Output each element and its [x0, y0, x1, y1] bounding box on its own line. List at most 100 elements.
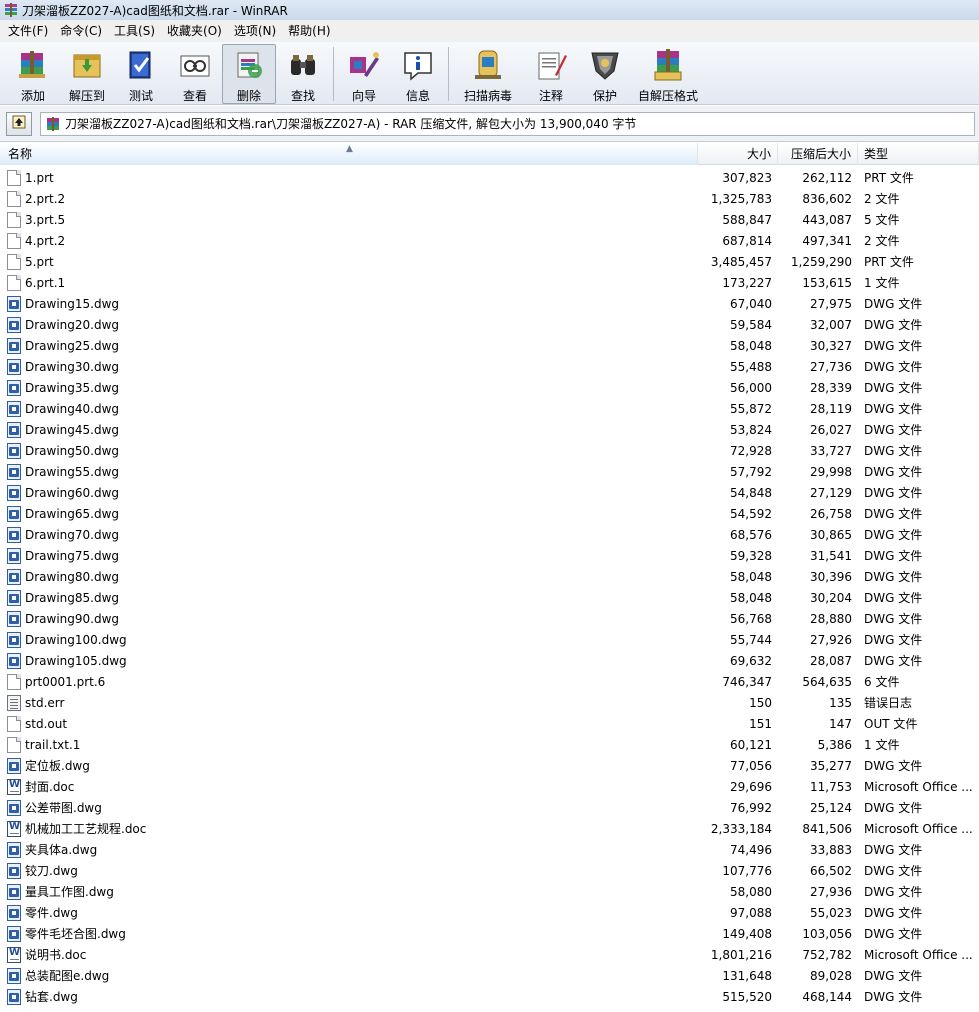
dwg-file-icon: [7, 379, 21, 396]
file-packed-size: 103,056: [802, 926, 852, 941]
column-name[interactable]: 名称 ▲: [0, 143, 698, 165]
file-packed-size: 30,327: [810, 338, 852, 353]
scan-virus-button[interactable]: 扫描病毒: [452, 44, 524, 104]
menu-help[interactable]: 帮助(H): [282, 20, 336, 42]
file-name-cell: Drawing50.dwg: [0, 442, 698, 459]
file-name-cell: 3.prt.5: [0, 211, 698, 228]
column-type[interactable]: 类型: [858, 143, 979, 165]
file-packed-size: 752,782: [802, 947, 852, 962]
file-row[interactable]: Drawing80.dwg 58,048 30,396 DWG 文件: [0, 566, 979, 587]
file-row[interactable]: 2.prt.2 1,325,783 836,602 2 文件: [0, 188, 979, 209]
column-size[interactable]: 大小: [698, 143, 778, 165]
file-packed-size: 153,615: [802, 275, 852, 290]
file-row[interactable]: 总装配图e.dwg 131,648 89,028 DWG 文件: [0, 965, 979, 986]
file-row[interactable]: Drawing40.dwg 55,872 28,119 DWG 文件: [0, 398, 979, 419]
file-row[interactable]: 3.prt.5 588,847 443,087 5 文件: [0, 209, 979, 230]
file-row[interactable]: Drawing60.dwg 54,848 27,129 DWG 文件: [0, 482, 979, 503]
menu-options[interactable]: 选项(N): [228, 20, 282, 42]
add-button[interactable]: 添加: [6, 44, 60, 104]
file-row[interactable]: prt0001.prt.6 746,347 564,635 6 文件: [0, 671, 979, 692]
file-row[interactable]: 夹具体a.dwg 74,496 33,883 DWG 文件: [0, 839, 979, 860]
test-button[interactable]: 测试: [114, 44, 168, 104]
menu-file[interactable]: 文件(F): [2, 20, 54, 42]
sfx-button[interactable]: 自解压格式: [632, 44, 704, 104]
file-row[interactable]: 定位板.dwg 77,056 35,277 DWG 文件: [0, 755, 979, 776]
file-row[interactable]: 量具工作图.dwg 58,080 27,936 DWG 文件: [0, 881, 979, 902]
file-row[interactable]: Drawing100.dwg 55,744 27,926 DWG 文件: [0, 629, 979, 650]
wizard-button[interactable]: 向导: [337, 44, 391, 104]
file-row[interactable]: 钻套.dwg 515,520 468,144 DWG 文件: [0, 986, 979, 1007]
file-row[interactable]: 零件毛坯合图.dwg 149,408 103,056 DWG 文件: [0, 923, 979, 944]
file-icon: [7, 715, 21, 732]
up-folder-button[interactable]: [6, 111, 32, 136]
file-packed-size: 11,753: [810, 779, 852, 794]
file-name-cell: prt0001.prt.6: [0, 673, 698, 690]
file-list[interactable]: 1.prt 307,823 262,112 PRT 文件 2.prt.2 1,325,78…: [0, 166, 979, 1012]
file-type: DWG 文件: [864, 318, 923, 332]
file-row[interactable]: 1.prt 307,823 262,112 PRT 文件: [0, 167, 979, 188]
menu-tools[interactable]: 工具(S): [108, 20, 161, 42]
comment-button[interactable]: 注释: [524, 44, 578, 104]
file-type: DWG 文件: [864, 969, 923, 983]
file-packed-size: 25,124: [810, 800, 852, 815]
word-document-icon: [7, 778, 21, 795]
file-row[interactable]: trail.txt.1 60,121 5,386 1 文件: [0, 734, 979, 755]
file-name-cell: 机械加工工艺规程.doc: [0, 820, 698, 837]
file-row[interactable]: 封面.doc 29,696 11,753 Microsoft Office ...: [0, 776, 979, 797]
file-packed-size: 841,506: [802, 821, 852, 836]
view-button[interactable]: 查看: [168, 44, 222, 104]
file-row[interactable]: Drawing70.dwg 68,576 30,865 DWG 文件: [0, 524, 979, 545]
file-row[interactable]: Drawing55.dwg 57,792 29,998 DWG 文件: [0, 461, 979, 482]
file-name-cell: 钻套.dwg: [0, 988, 698, 1005]
file-row[interactable]: Drawing45.dwg 53,824 26,027 DWG 文件: [0, 419, 979, 440]
file-row[interactable]: 5.prt 3,485,457 1,259,290 PRT 文件: [0, 251, 979, 272]
file-row[interactable]: Drawing65.dwg 54,592 26,758 DWG 文件: [0, 503, 979, 524]
file-row[interactable]: Drawing75.dwg 59,328 31,541 DWG 文件: [0, 545, 979, 566]
file-row[interactable]: Drawing35.dwg 56,000 28,339 DWG 文件: [0, 377, 979, 398]
file-type: DWG 文件: [864, 486, 923, 500]
file-row[interactable]: 铰刀.dwg 107,776 66,502 DWG 文件: [0, 860, 979, 881]
dwg-file-icon: [7, 316, 21, 333]
file-row[interactable]: 4.prt.2 687,814 497,341 2 文件: [0, 230, 979, 251]
file-row[interactable]: std.err 150 135 错误日志: [0, 692, 979, 713]
file-row[interactable]: 零件.dwg 97,088 55,023 DWG 文件: [0, 902, 979, 923]
file-row[interactable]: 机械加工工艺规程.doc 2,333,184 841,506 Microsoft Of…: [0, 818, 979, 839]
file-packed-size: 27,975: [810, 296, 852, 311]
extract-to-button[interactable]: 解压到: [60, 44, 114, 104]
winrar-app-icon: [4, 3, 18, 17]
menu-commands[interactable]: 命令(C): [54, 20, 108, 42]
find-icon: [285, 47, 321, 83]
file-row[interactable]: 6.prt.1 173,227 153,615 1 文件: [0, 272, 979, 293]
dwg-file-icon: [7, 484, 21, 501]
menu-favorites[interactable]: 收藏夹(O): [161, 20, 228, 42]
file-row[interactable]: 公差带图.dwg 76,992 25,124 DWG 文件: [0, 797, 979, 818]
file-packed-size: 29,998: [810, 464, 852, 479]
file-row[interactable]: std.out 151 147 OUT 文件: [0, 713, 979, 734]
file-name-cell: Drawing30.dwg: [0, 358, 698, 375]
file-row[interactable]: Drawing20.dwg 59,584 32,007 DWG 文件: [0, 314, 979, 335]
file-row[interactable]: Drawing85.dwg 58,048 30,204 DWG 文件: [0, 587, 979, 608]
file-name-cell: Drawing15.dwg: [0, 295, 698, 312]
file-row[interactable]: Drawing105.dwg 69,632 28,087 DWG 文件: [0, 650, 979, 671]
info-button[interactable]: 信息: [391, 44, 445, 104]
file-packed-size: 443,087: [802, 212, 852, 227]
file-name-cell: Drawing90.dwg: [0, 610, 698, 627]
file-size: 58,048: [730, 590, 772, 605]
dwg-file-icon: [7, 358, 21, 375]
file-name: Drawing15.dwg: [25, 296, 120, 311]
view-icon: [177, 47, 213, 83]
protect-button[interactable]: 保护: [578, 44, 632, 104]
file-name-cell: Drawing60.dwg: [0, 484, 698, 501]
file-row[interactable]: Drawing90.dwg 56,768 28,880 DWG 文件: [0, 608, 979, 629]
file-row[interactable]: Drawing50.dwg 72,928 33,727 DWG 文件: [0, 440, 979, 461]
file-row[interactable]: 说明书.doc 1,801,216 752,782 Microsoft Office …: [0, 944, 979, 965]
address-field[interactable]: 刀架溜板ZZ027-A)cad图纸和文档.rar\刀架溜板ZZ027-A) - …: [40, 111, 975, 136]
delete-button[interactable]: 删除: [222, 44, 276, 104]
column-packed[interactable]: 压缩后大小: [778, 143, 858, 165]
file-row[interactable]: Drawing25.dwg 58,048 30,327 DWG 文件: [0, 335, 979, 356]
file-row[interactable]: Drawing30.dwg 55,488 27,736 DWG 文件: [0, 356, 979, 377]
file-size: 151: [749, 716, 772, 731]
find-button[interactable]: 查找: [276, 44, 330, 104]
title-bar[interactable]: 刀架溜板ZZ027-A)cad图纸和文档.rar - WinRAR: [0, 0, 979, 20]
file-row[interactable]: Drawing15.dwg 67,040 27,975 DWG 文件: [0, 293, 979, 314]
